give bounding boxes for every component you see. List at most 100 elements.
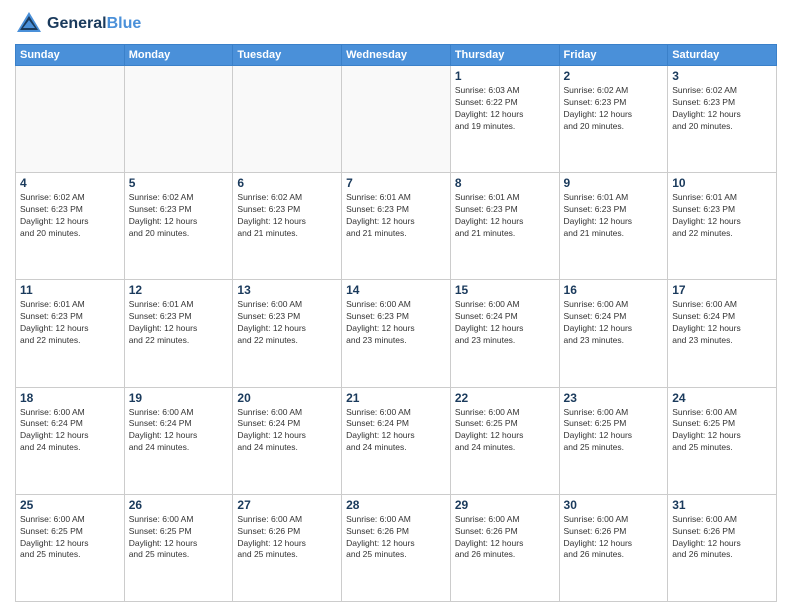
day-info: Sunrise: 6:00 AM Sunset: 6:24 PM Dayligh… [237,407,337,455]
day-number: 10 [672,176,772,190]
day-info: Sunrise: 6:01 AM Sunset: 6:23 PM Dayligh… [346,192,446,240]
calendar-cell: 19 Sunrise: 6:00 AM Sunset: 6:24 PM Dayli… [124,387,233,494]
calendar-week-3: 11 Sunrise: 6:01 AM Sunset: 6:23 PM Dayli… [16,280,777,387]
day-number: 19 [129,391,229,405]
day-number: 24 [672,391,772,405]
day-number: 11 [20,283,120,297]
day-number: 23 [564,391,664,405]
logo-icon [15,10,43,38]
logo-general: General [47,15,107,32]
day-info: Sunrise: 6:00 AM Sunset: 6:24 PM Dayligh… [129,407,229,455]
calendar-cell: 2 Sunrise: 6:02 AM Sunset: 6:23 PM Daylig… [559,66,668,173]
calendar-table: SundayMondayTuesdayWednesdayThursdayFrid… [15,44,777,602]
day-number: 27 [237,498,337,512]
calendar-week-2: 4 Sunrise: 6:02 AM Sunset: 6:23 PM Daylig… [16,173,777,280]
calendar-cell: 24 Sunrise: 6:00 AM Sunset: 6:25 PM Dayli… [668,387,777,494]
logo-blue-accent: Blue [107,15,142,32]
calendar-cell: 3 Sunrise: 6:02 AM Sunset: 6:23 PM Daylig… [668,66,777,173]
calendar-cell: 13 Sunrise: 6:00 AM Sunset: 6:23 PM Dayli… [233,280,342,387]
calendar-cell [16,66,125,173]
day-info: Sunrise: 6:01 AM Sunset: 6:23 PM Dayligh… [455,192,555,240]
day-number: 12 [129,283,229,297]
day-number: 5 [129,176,229,190]
day-number: 14 [346,283,446,297]
calendar-cell: 16 Sunrise: 6:00 AM Sunset: 6:24 PM Dayli… [559,280,668,387]
day-number: 17 [672,283,772,297]
day-info: Sunrise: 6:00 AM Sunset: 6:25 PM Dayligh… [20,514,120,562]
day-info: Sunrise: 6:00 AM Sunset: 6:25 PM Dayligh… [672,407,772,455]
page: GeneralBlue SundayMondayTuesdayWednesday… [0,0,792,612]
day-info: Sunrise: 6:00 AM Sunset: 6:23 PM Dayligh… [346,299,446,347]
calendar-cell: 14 Sunrise: 6:00 AM Sunset: 6:23 PM Dayli… [342,280,451,387]
calendar-cell: 18 Sunrise: 6:00 AM Sunset: 6:24 PM Dayli… [16,387,125,494]
day-number: 21 [346,391,446,405]
calendar-cell: 10 Sunrise: 6:01 AM Sunset: 6:23 PM Dayli… [668,173,777,280]
day-info: Sunrise: 6:01 AM Sunset: 6:23 PM Dayligh… [129,299,229,347]
calendar-cell [342,66,451,173]
day-number: 16 [564,283,664,297]
calendar-cell: 17 Sunrise: 6:00 AM Sunset: 6:24 PM Dayli… [668,280,777,387]
day-info: Sunrise: 6:02 AM Sunset: 6:23 PM Dayligh… [237,192,337,240]
calendar-cell: 11 Sunrise: 6:01 AM Sunset: 6:23 PM Dayli… [16,280,125,387]
day-header-saturday: Saturday [668,45,777,66]
day-header-monday: Monday [124,45,233,66]
calendar-cell [233,66,342,173]
calendar-cell: 26 Sunrise: 6:00 AM Sunset: 6:25 PM Dayli… [124,494,233,601]
day-number: 25 [20,498,120,512]
day-number: 30 [564,498,664,512]
day-info: Sunrise: 6:00 AM Sunset: 6:25 PM Dayligh… [129,514,229,562]
day-number: 4 [20,176,120,190]
day-info: Sunrise: 6:02 AM Sunset: 6:23 PM Dayligh… [564,85,664,133]
day-number: 6 [237,176,337,190]
day-info: Sunrise: 6:01 AM Sunset: 6:23 PM Dayligh… [564,192,664,240]
logo-text: GeneralBlue [47,15,141,33]
calendar-cell: 29Sunrise: 6:00 AM Sunset: 6:26 PM Dayli… [450,494,559,601]
calendar-cell: 31 Sunrise: 6:00 AM Sunset: 6:26 PM Dayli… [668,494,777,601]
day-number: 1 [455,69,555,83]
calendar-cell: 22 Sunrise: 6:00 AM Sunset: 6:25 PM Dayli… [450,387,559,494]
calendar-cell: 5Sunrise: 6:02 AM Sunset: 6:23 PM Daylig… [124,173,233,280]
day-info: Sunrise: 6:00 AM Sunset: 6:24 PM Dayligh… [564,299,664,347]
day-number: 13 [237,283,337,297]
day-number: 22 [455,391,555,405]
day-header-thursday: Thursday [450,45,559,66]
calendar-header-row: SundayMondayTuesdayWednesdayThursdayFrid… [16,45,777,66]
calendar-cell: 23 Sunrise: 6:00 AM Sunset: 6:25 PM Dayli… [559,387,668,494]
day-number: 29 [455,498,555,512]
calendar-cell: 12 Sunrise: 6:01 AM Sunset: 6:23 PM Dayli… [124,280,233,387]
day-number: 20 [237,391,337,405]
day-number: 26 [129,498,229,512]
logo: GeneralBlue [15,10,141,38]
day-info: Sunrise: 6:00 AM Sunset: 6:26 PM Dayligh… [672,514,772,562]
day-info: Sunrise: 6:02 AM Sunset: 6:23 PM Dayligh… [672,85,772,133]
day-number: 31 [672,498,772,512]
calendar-cell: 21 Sunrise: 6:00 AM Sunset: 6:24 PM Dayli… [342,387,451,494]
day-info: Sunrise: 6:00 AM Sunset: 6:24 PM Dayligh… [455,299,555,347]
calendar-cell: 1Sunrise: 6:03 AM Sunset: 6:22 PM Daylig… [450,66,559,173]
day-number: 15 [455,283,555,297]
day-number: 7 [346,176,446,190]
calendar-cell: 4Sunrise: 6:02 AM Sunset: 6:23 PM Daylig… [16,173,125,280]
day-info: Sunrise: 6:00 AM Sunset: 6:24 PM Dayligh… [346,407,446,455]
day-info: Sunrise: 6:00 AM Sunset: 6:24 PM Dayligh… [20,407,120,455]
day-info: Sunrise: 6:01 AM Sunset: 6:23 PM Dayligh… [20,299,120,347]
calendar-week-5: 25 Sunrise: 6:00 AM Sunset: 6:25 PM Dayli… [16,494,777,601]
day-info: Sunrise: 6:01 AM Sunset: 6:23 PM Dayligh… [672,192,772,240]
calendar-cell: 8 Sunrise: 6:01 AM Sunset: 6:23 PM Daylig… [450,173,559,280]
day-number: 18 [20,391,120,405]
calendar-week-1: 1Sunrise: 6:03 AM Sunset: 6:22 PM Daylig… [16,66,777,173]
day-info: Sunrise: 6:00 AM Sunset: 6:25 PM Dayligh… [455,407,555,455]
calendar-cell: 25 Sunrise: 6:00 AM Sunset: 6:25 PM Dayli… [16,494,125,601]
day-info: Sunrise: 6:00 AM Sunset: 6:26 PM Dayligh… [346,514,446,562]
day-number: 2 [564,69,664,83]
day-number: 9 [564,176,664,190]
calendar-cell: 15 Sunrise: 6:00 AM Sunset: 6:24 PM Dayli… [450,280,559,387]
day-info: Sunrise: 6:00 AM Sunset: 6:23 PM Dayligh… [237,299,337,347]
calendar-cell [124,66,233,173]
day-number: 8 [455,176,555,190]
day-header-tuesday: Tuesday [233,45,342,66]
day-info: Sunrise: 6:00 AM Sunset: 6:24 PM Dayligh… [672,299,772,347]
day-number: 3 [672,69,772,83]
day-info: Sunrise: 6:00 AM Sunset: 6:26 PM Dayligh… [237,514,337,562]
day-info: Sunrise: 6:00 AM Sunset: 6:25 PM Dayligh… [564,407,664,455]
